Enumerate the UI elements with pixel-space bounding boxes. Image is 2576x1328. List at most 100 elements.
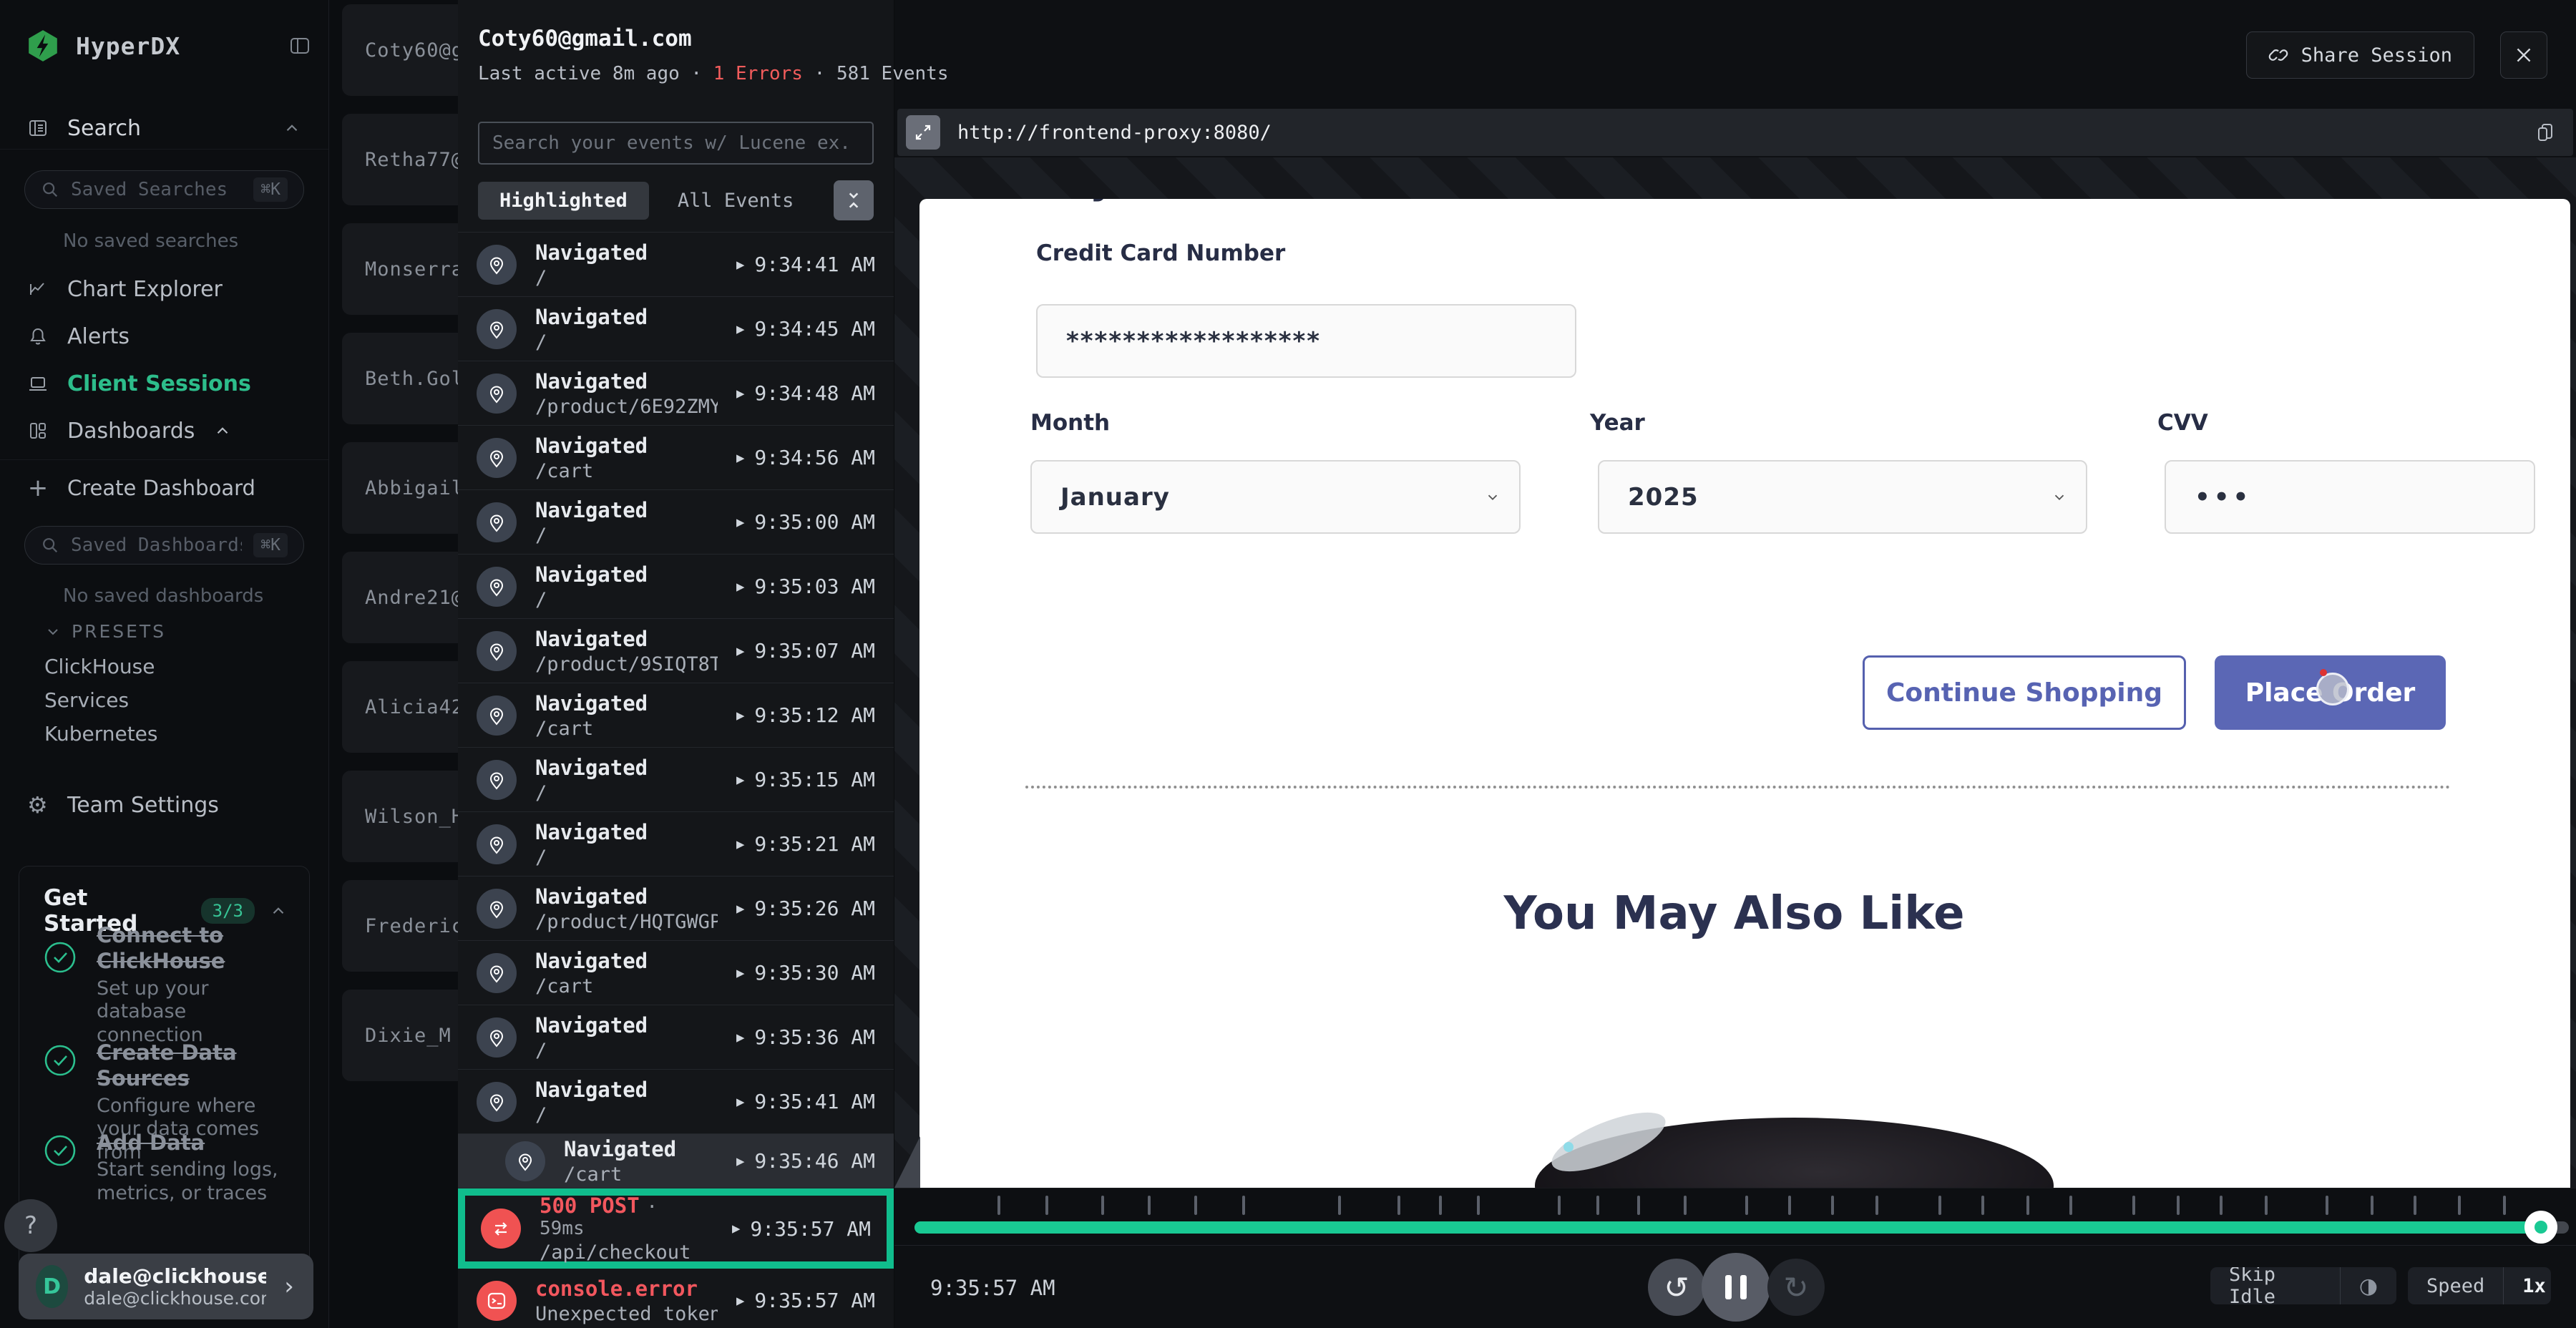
checklist-item[interactable]: Add Data Start sending logs, metrics, or… <box>44 1130 293 1206</box>
event-row[interactable]: Navigated · /cart ▶ 9:34:56 AM <box>458 426 894 490</box>
play-icon: ▶ <box>736 1030 744 1045</box>
event-text: Navigated · /product/HQTGWGPNH4 <box>535 884 718 933</box>
chevron-up-icon[interactable] <box>269 902 288 920</box>
sidebar-item-client-sessions[interactable]: Client Sessions <box>0 362 328 405</box>
preset-dashboard-item[interactable]: ClickHouse <box>44 655 155 678</box>
user-email: dale@clickhouse.com <box>84 1264 265 1288</box>
event-icon <box>477 889 517 929</box>
event-time[interactable]: ▶ 9:35:03 AM <box>736 575 875 598</box>
event-time[interactable]: ▶ 9:34:48 AM <box>736 381 875 405</box>
event-row[interactable]: console.error · Unexpected token 'I'… ▶ … <box>458 1269 894 1328</box>
event-row[interactable]: Navigated · / ▶ 9:35:41 AM <box>458 1070 894 1134</box>
user-menu[interactable]: D dale@clickhouse.com dale@clickhouse.co… <box>19 1254 313 1319</box>
chevron-up-icon[interactable] <box>213 421 232 440</box>
rewind-button[interactable]: ↺ <box>1648 1259 1705 1316</box>
help-button[interactable]: ? <box>4 1199 57 1252</box>
preset-dashboard-item[interactable]: Kubernetes <box>44 722 158 746</box>
year-select[interactable]: 2025 <box>1598 460 2087 534</box>
event-time[interactable]: ▶ 9:35:46 AM <box>736 1149 875 1173</box>
event-row[interactable]: Navigated · / ▶ 9:34:41 AM <box>458 233 894 297</box>
sidebar-item-alerts[interactable]: Alerts <box>0 315 328 358</box>
tab-highlighted[interactable]: Highlighted <box>478 182 649 220</box>
expand-icon[interactable] <box>906 115 940 150</box>
event-detail: / <box>535 331 718 353</box>
create-dashboard-button[interactable]: + Create Dashboard <box>0 467 328 509</box>
event-detail: / <box>535 267 718 289</box>
event-time[interactable]: ▶ 9:35:07 AM <box>736 639 875 663</box>
event-row[interactable]: Navigated · / ▶ 9:35:21 AM <box>458 812 894 877</box>
event-search-input[interactable] <box>479 123 872 163</box>
event-time[interactable]: ▶ 9:35:57 AM <box>732 1217 871 1241</box>
month-select[interactable]: January <box>1030 460 1521 534</box>
saved-searches-input[interactable] <box>71 179 242 200</box>
event-time[interactable]: ▶ 9:34:45 AM <box>736 317 875 341</box>
event-time[interactable]: ▶ 9:35:15 AM <box>736 768 875 791</box>
pause-button[interactable] <box>1702 1253 1770 1322</box>
event-text: Navigated · / <box>535 1013 718 1062</box>
copy-icon[interactable] <box>2534 122 2565 143</box>
saved-searches-box[interactable]: ⌘K <box>24 170 304 209</box>
saved-dashboards-box[interactable]: ⌘K <box>24 526 304 565</box>
card-number-label: Credit Card Number <box>1036 240 1285 266</box>
chevron-up-icon[interactable] <box>283 119 301 137</box>
play-icon: ▶ <box>736 1153 744 1169</box>
event-row[interactable]: Navigated · /product/9SIQT8TOJO ▶ 9:35:0… <box>458 619 894 683</box>
close-icon[interactable] <box>2500 31 2547 79</box>
preset-dashboard-item[interactable]: Services <box>44 688 129 712</box>
event-time[interactable]: ▶ 9:35:21 AM <box>736 832 875 856</box>
event-row[interactable]: 500 POST · 59ms /api/checkout ▶ 9:35:57 … <box>458 1188 894 1269</box>
event-time[interactable]: ▶ 9:35:26 AM <box>736 897 875 920</box>
event-time[interactable]: ▶ 9:35:12 AM <box>736 703 875 727</box>
event-row[interactable]: Navigated · /cart ▶ 9:35:30 AM <box>458 941 894 1005</box>
continue-shopping-button[interactable]: Continue Shopping <box>1863 655 2186 730</box>
event-row[interactable]: Navigated · /product/HQTGWGPNH4 ▶ 9:35:2… <box>458 877 894 941</box>
sidebar-item-dashboards[interactable]: Dashboards <box>0 409 328 452</box>
app-title: HyperDX <box>76 32 180 60</box>
event-time[interactable]: ▶ 9:34:41 AM <box>736 253 875 276</box>
timeline-tick <box>1938 1196 1941 1215</box>
card-number-input[interactable]: ****************** <box>1036 304 1576 378</box>
sidebar-section-search[interactable]: Search <box>0 106 328 150</box>
event-row[interactable]: Navigated · /cart ▶ 9:35:46 AM <box>458 1134 894 1188</box>
event-row[interactable]: Navigated · / ▶ 9:35:36 AM <box>458 1005 894 1070</box>
cvv-input[interactable]: ••• <box>2165 460 2535 534</box>
search-icon <box>41 536 59 555</box>
event-icon <box>477 1017 517 1058</box>
sidebar-collapse-icon[interactable] <box>288 35 311 57</box>
event-time[interactable]: ▶ 9:35:00 AM <box>736 510 875 534</box>
forward-button[interactable]: ↻ <box>1767 1259 1825 1316</box>
event-detail: / <box>535 589 718 611</box>
session-email: Coty60@gmail.com <box>478 26 692 52</box>
tab-all-events[interactable]: All Events <box>656 182 816 220</box>
sidebar-item-team-settings[interactable]: ⚙ Team Settings <box>0 783 328 826</box>
saved-dashboards-input[interactable] <box>71 534 242 556</box>
event-detail: /api/checkout <box>540 1241 713 1264</box>
sidebar-item-chart-explorer[interactable]: Chart Explorer <box>0 268 328 311</box>
collapse-vertical-icon[interactable] <box>834 180 874 220</box>
event-time[interactable]: ▶ 9:35:36 AM <box>736 1025 875 1049</box>
presets-toggle[interactable]: PRESETS <box>44 621 166 642</box>
share-session-button[interactable]: Share Session <box>2246 31 2474 79</box>
event-row[interactable]: Navigated · / ▶ 9:34:45 AM <box>458 297 894 361</box>
event-row[interactable]: Navigated · / ▶ 9:35:00 AM <box>458 490 894 555</box>
event-row[interactable]: Navigated · / ▶ 9:35:15 AM <box>458 748 894 812</box>
event-row[interactable]: Navigated · /product/6E92ZMYYFZ ▶ 9:34:4… <box>458 361 894 426</box>
timeline-track[interactable] <box>914 1221 2569 1234</box>
skip-idle-button[interactable]: Skip Idle ◑ <box>2210 1267 2396 1304</box>
event-time[interactable]: ▶ 9:34:56 AM <box>736 446 875 469</box>
event-time[interactable]: ▶ 9:35:57 AM <box>736 1289 875 1312</box>
event-time[interactable]: ▶ 9:35:30 AM <box>736 961 875 985</box>
section-divider <box>1025 786 2451 788</box>
timeline-tick <box>2326 1196 2328 1215</box>
checklist-item[interactable]: Connect to ClickHouse Set up your databa… <box>44 922 293 1048</box>
event-text: Navigated · /product/9SIQT8TOJO <box>535 627 718 675</box>
event-time[interactable]: ▶ 9:35:41 AM <box>736 1090 875 1113</box>
event-title: 500 POST <box>540 1193 640 1218</box>
event-title: Navigated <box>564 1137 676 1161</box>
speed-button[interactable]: Speed 1x <box>2408 1267 2551 1304</box>
event-row[interactable]: Navigated · / ▶ 9:35:03 AM <box>458 555 894 619</box>
event-row[interactable]: Navigated · /cart ▶ 9:35:12 AM <box>458 683 894 748</box>
event-search-box[interactable] <box>478 122 874 165</box>
event-text: Navigated · / <box>535 498 718 547</box>
timeline-playhead[interactable] <box>2524 1211 2557 1244</box>
